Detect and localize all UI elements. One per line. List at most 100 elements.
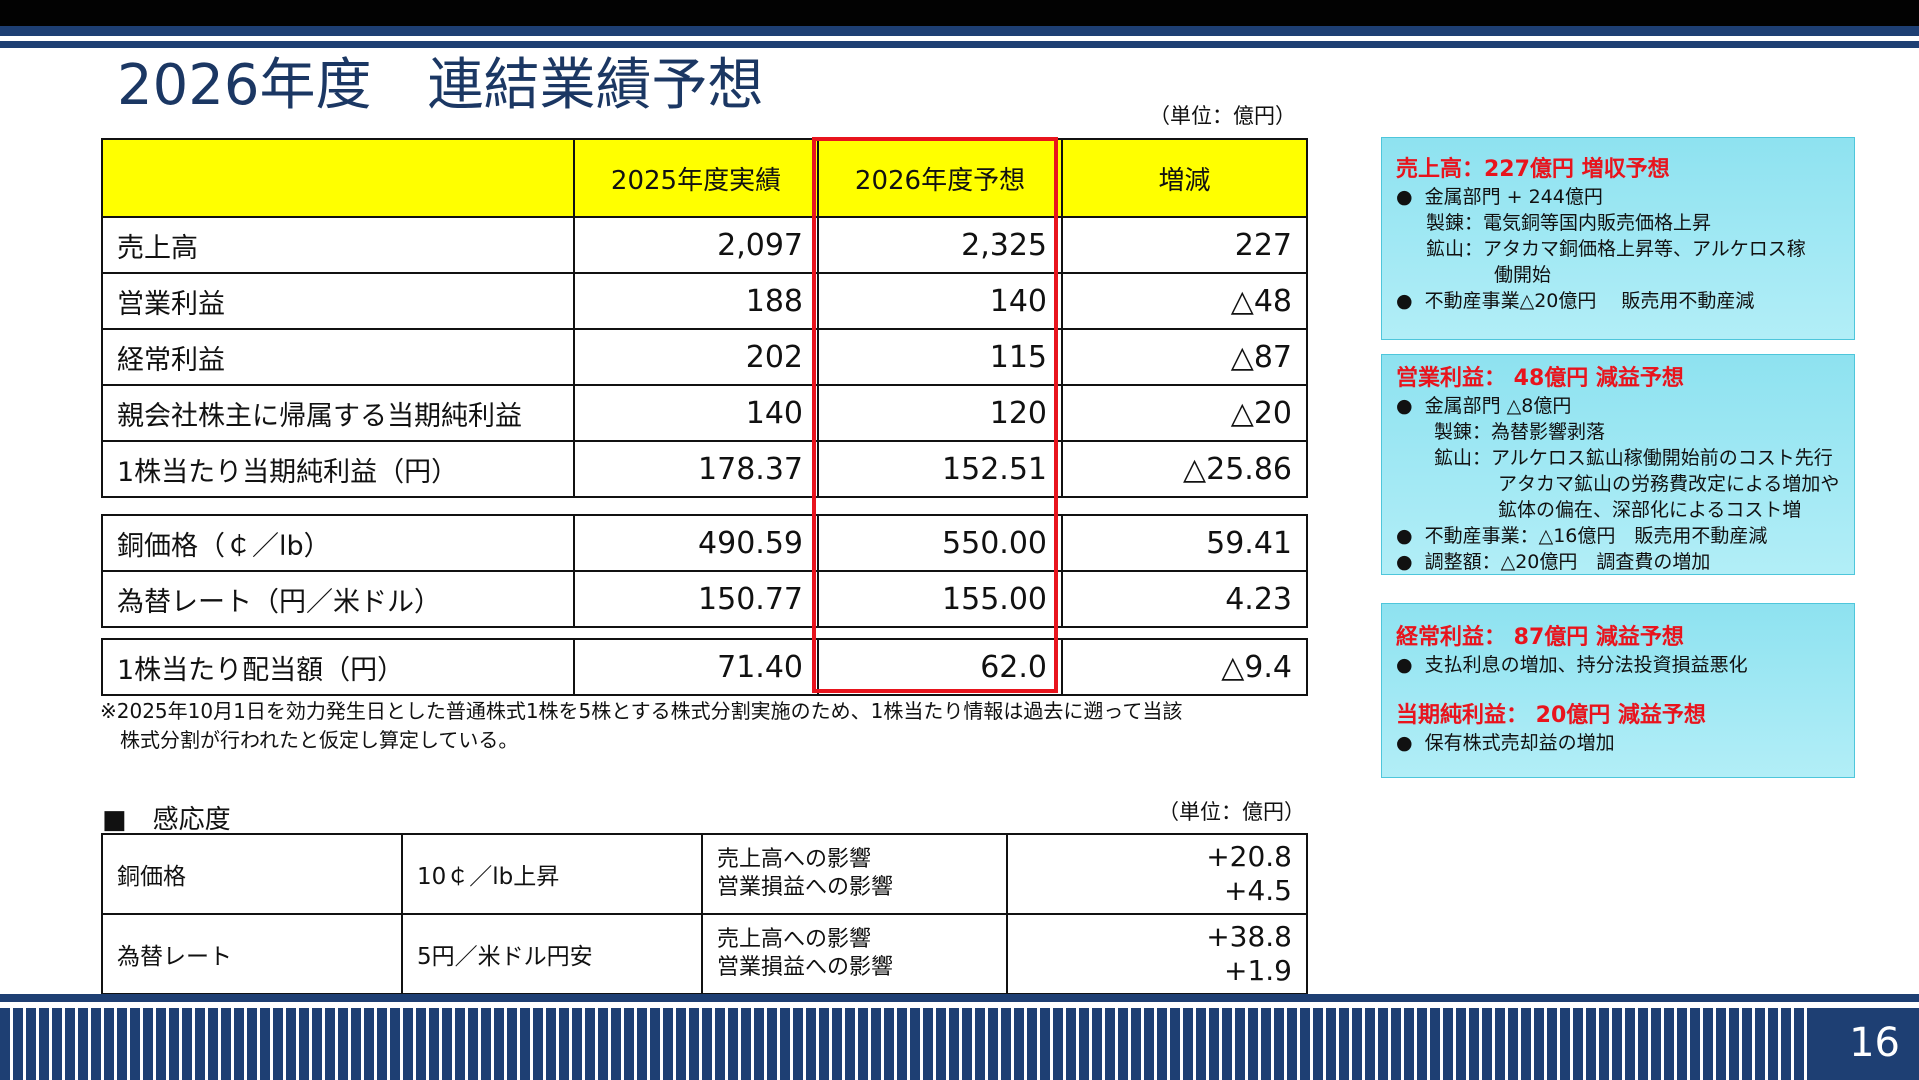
cell-2025: 150.77 — [573, 570, 819, 628]
value-operating: +1.9 — [1224, 954, 1292, 987]
table-row: 営業利益 188 140 △48 — [101, 272, 1308, 330]
panel-line: 鉱山：アルケロス鉱山稼働開始前のコスト先行 — [1434, 447, 1833, 469]
table-header-row: 2025年度実績 2026年度予想 増減 — [101, 138, 1308, 218]
panel-line: アタカマ鉱山の労務費改定による増加や — [1498, 473, 1840, 495]
top-stripe — [0, 26, 1919, 36]
cell-2025: 490.59 — [573, 514, 819, 572]
impact-operating: 営業損益への影響 — [717, 875, 894, 900]
sensitivity-item: 銅価格 — [101, 833, 403, 915]
header-2026-forecast: 2026年度予想 — [817, 138, 1063, 218]
cell-2025: 188 — [573, 272, 819, 330]
row-label: 銅価格（￠／lb） — [101, 514, 575, 572]
table-row: 為替レート 5円／米ドル円安 売上高への影響 営業損益への影響 +38.8 +1… — [101, 913, 1308, 995]
header-blank — [101, 138, 575, 218]
row-label: 1株当たり当期純利益（円） — [101, 440, 575, 498]
impact-operating: 営業損益への影響 — [717, 955, 894, 980]
cell-change: △48 — [1061, 272, 1308, 330]
table-row: 銅価格（￠／lb） 490.59 550.00 59.41 — [101, 514, 1308, 572]
cell-2025: 202 — [573, 328, 819, 386]
panel-line: 鉱体の偏在、深部化によるコスト増 — [1498, 499, 1802, 521]
cell-change: 4.23 — [1061, 570, 1308, 628]
value-operating: +4.5 — [1224, 874, 1292, 907]
sensitivity-values: +20.8 +4.5 — [1006, 833, 1308, 915]
footer-line — [0, 994, 1919, 1002]
panel-line: 不動産事業△20億円 販売用不動産減 — [1396, 288, 1840, 314]
value-sales: +38.8 — [1206, 920, 1292, 953]
page-number: 16 — [1849, 1020, 1900, 1066]
panel-line: 支払利息の増加、持分法投資損益悪化 — [1396, 652, 1840, 678]
forecast-table: 2025年度実績 2026年度予想 増減 売上高 2,097 2,325 227… — [101, 138, 1308, 498]
cell-2026: 140 — [817, 272, 1063, 330]
cell-2025: 71.40 — [573, 638, 819, 696]
cell-2025: 2,097 — [573, 216, 819, 274]
impact-sales: 売上高への影響 — [717, 847, 872, 872]
sensitivity-table: 銅価格 10￠／lb上昇 売上高への影響 営業損益への影響 +20.8 +4.5… — [101, 833, 1308, 995]
sensitivity-impact: 売上高への影響 営業損益への影響 — [701, 913, 1008, 995]
cell-2025: 140 — [573, 384, 819, 442]
panel-line: 調整額：△20億円 調査費の増加 — [1396, 549, 1840, 575]
row-label: 親会社株主に帰属する当期純利益 — [101, 384, 575, 442]
row-label: 1株当たり配当額（円） — [101, 638, 575, 696]
row-label: 売上高 — [101, 216, 575, 274]
sensitivity-title: ■ 感応度 — [102, 805, 231, 835]
footnote-line: 株式分割が行われたと仮定し算定している。 — [100, 728, 519, 752]
cell-change: △25.86 — [1061, 440, 1308, 498]
cell-2025: 178.37 — [573, 440, 819, 498]
cell-2026: 120 — [817, 384, 1063, 442]
panel-line: 金属部門 △8億円 — [1396, 393, 1840, 419]
table-row: 1株当たり配当額（円） 71.40 62.0 △9.4 — [101, 638, 1308, 696]
top-bar — [0, 0, 1919, 26]
panel-line: 保有株式売却益の増加 — [1396, 730, 1840, 756]
cell-2026: 152.51 — [817, 440, 1063, 498]
footer-gap — [0, 1002, 1919, 1008]
cell-2026: 2,325 — [817, 216, 1063, 274]
row-label: 営業利益 — [101, 272, 575, 330]
table-row: 親会社株主に帰属する当期純利益 140 120 △20 — [101, 384, 1308, 442]
cell-2026: 550.00 — [817, 514, 1063, 572]
impact-sales: 売上高への影響 — [717, 927, 872, 952]
row-label: 経常利益 — [101, 328, 575, 386]
sensitivity-values: +38.8 +1.9 — [1006, 913, 1308, 995]
panel-operating: 営業利益： 48億円 減益予想 金属部門 △8億円 製錬：為替影響剥落 鉱山：ア… — [1381, 354, 1855, 575]
sensitivity-unit-label: （単位：億円） — [1158, 800, 1305, 824]
cell-change: 227 — [1061, 216, 1308, 274]
panel-heading: 経常利益： 87億円 減益予想 — [1396, 625, 1684, 650]
table-row: 銅価格 10￠／lb上昇 売上高への影響 営業損益への影響 +20.8 +4.5 — [101, 833, 1308, 915]
panel-line: 働開始 — [1494, 264, 1552, 286]
cell-2026: 115 — [817, 328, 1063, 386]
cell-change: △87 — [1061, 328, 1308, 386]
table-row: 売上高 2,097 2,325 227 — [101, 216, 1308, 274]
page-title: 2026年度 連結業績予想 — [117, 53, 764, 118]
top-stripe-2 — [0, 41, 1919, 48]
panel-line: 不動産事業：△16億円 販売用不動産減 — [1396, 523, 1840, 549]
cell-change: △20 — [1061, 384, 1308, 442]
value-sales: +20.8 — [1206, 840, 1292, 873]
table-row: 経常利益 202 115 △87 — [101, 328, 1308, 386]
cell-change: 59.41 — [1061, 514, 1308, 572]
table-row: 1株当たり当期純利益（円） 178.37 152.51 △25.86 — [101, 440, 1308, 498]
dividend-table: 1株当たり配当額（円） 71.40 62.0 △9.4 — [101, 638, 1308, 696]
cell-2026: 62.0 — [817, 638, 1063, 696]
sensitivity-item: 為替レート — [101, 913, 403, 995]
sensitivity-condition: 5円／米ドル円安 — [401, 913, 703, 995]
header-2025-actual: 2025年度実績 — [573, 138, 819, 218]
unit-label: （単位：億円） — [1149, 104, 1296, 128]
panel-line: 鉱山：アタカマ銅価格上昇等、アルケロス稼 — [1426, 238, 1806, 260]
panel-line: 製錬：為替影響剥落 — [1434, 421, 1606, 443]
sensitivity-condition: 10￠／lb上昇 — [401, 833, 703, 915]
panel-heading: 当期純利益： 20億円 減益予想 — [1396, 703, 1706, 728]
panel-heading: 売上高：227億円 増収予想 — [1396, 157, 1670, 182]
table-row: 為替レート（円／米ドル） 150.77 155.00 4.23 — [101, 570, 1308, 628]
footnote: ※2025年10月1日を効力発生日とした普通株式1株を5株とする株式分割実施のた… — [100, 697, 1330, 755]
cell-change: △9.4 — [1061, 638, 1308, 696]
panel-line: 製錬：電気銅等国内販売価格上昇 — [1426, 212, 1712, 234]
sensitivity-impact: 売上高への影響 営業損益への影響 — [701, 833, 1008, 915]
row-label: 為替レート（円／米ドル） — [101, 570, 575, 628]
panel-heading: 営業利益： 48億円 減益予想 — [1396, 366, 1684, 391]
market-table: 銅価格（￠／lb） 490.59 550.00 59.41 為替レート（円／米ド… — [101, 514, 1308, 628]
footnote-line: ※2025年10月1日を効力発生日とした普通株式1株を5株とする株式分割実施のた… — [100, 699, 1183, 723]
panel-sales: 売上高：227億円 増収予想 金属部門 + 244億円 製錬：電気銅等国内販売価… — [1381, 137, 1855, 340]
header-change: 増減 — [1061, 138, 1308, 218]
panel-line: 金属部門 + 244億円 — [1396, 184, 1840, 210]
cell-2026: 155.00 — [817, 570, 1063, 628]
